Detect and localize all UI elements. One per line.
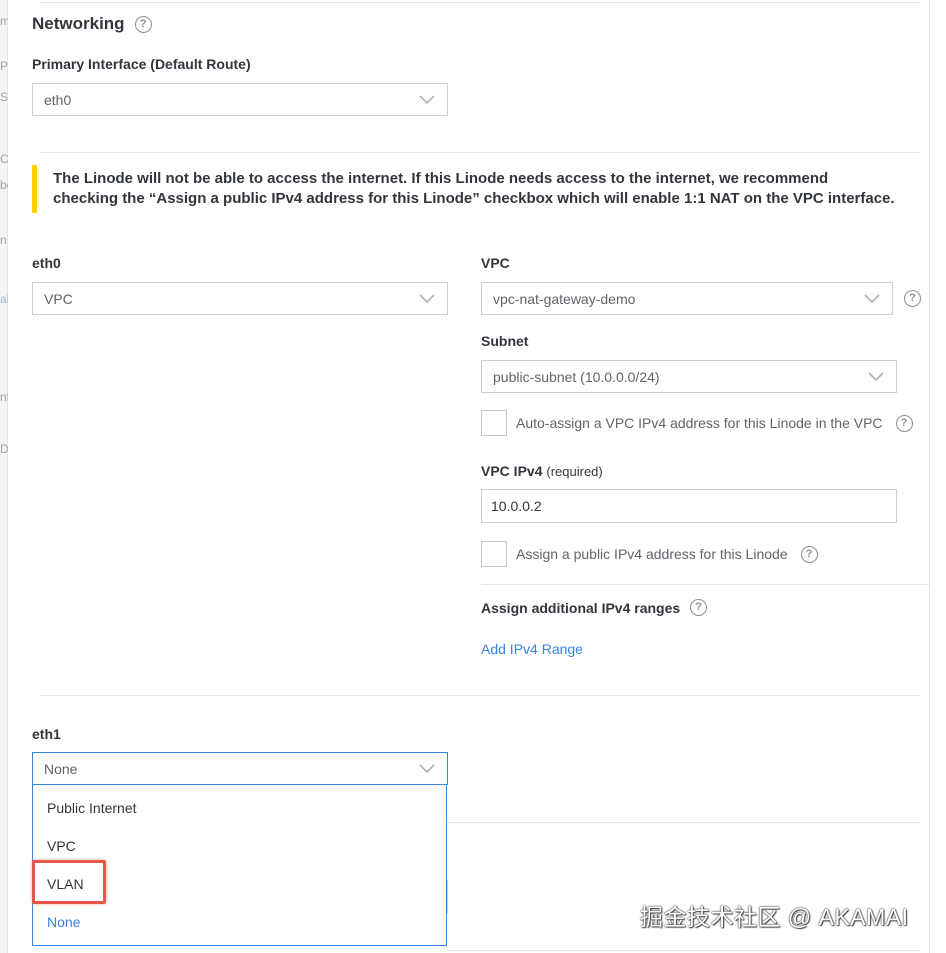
notice-text: The Linode will not be able to access th…: [53, 170, 895, 207]
eth1-purpose-select[interactable]: None: [32, 752, 448, 785]
divider: [447, 822, 920, 823]
chevron-down-icon: [864, 294, 880, 304]
chevron-down-icon: [868, 372, 884, 382]
auto-assign-checkbox[interactable]: [481, 410, 507, 436]
left-sidebar-strip: m P SE C be n al nf D: [0, 0, 8, 953]
public-ipv4-row: Assign a public IPv4 address for this Li…: [481, 541, 818, 567]
sidebar-fragment: al: [0, 292, 8, 306]
primary-interface-label: Primary Interface (Default Route): [32, 56, 251, 72]
divider: [481, 584, 929, 585]
sidebar-fragment: C: [0, 152, 8, 166]
add-ipv4-range-link[interactable]: Add IPv4 Range: [481, 641, 583, 657]
public-ipv4-checkbox[interactable]: [481, 541, 507, 567]
vpc-ipv4-value: 10.0.0.2: [491, 498, 542, 514]
eth1-label: eth1: [32, 726, 61, 742]
sidebar-fragment: m: [0, 14, 8, 28]
primary-interface-select[interactable]: eth0: [32, 83, 448, 116]
menu-option-public-internet[interactable]: Public Internet: [47, 800, 137, 816]
nat-warning-notice: The Linode will not be able to access th…: [32, 165, 897, 213]
eth1-purpose-value: None: [44, 760, 78, 777]
chevron-down-icon: [419, 294, 435, 304]
ipv4-ranges-help-icon[interactable]: ?: [690, 599, 708, 616]
sidebar-fragment: nf: [0, 390, 8, 404]
sidebar-fragment: SE: [0, 90, 8, 104]
ipv4-ranges-label: Assign additional IPv4 ranges: [481, 599, 681, 616]
auto-assign-help-icon[interactable]: ?: [895, 414, 913, 432]
chevron-down-icon: [419, 764, 435, 774]
vpc-ipv4-input[interactable]: 10.0.0.2: [481, 489, 897, 523]
public-ipv4-label: Assign a public IPv4 address for this Li…: [516, 546, 788, 562]
eth0-purpose-value: VPC: [44, 290, 73, 307]
sidebar-fragment: D: [0, 442, 8, 456]
required-indicator: (required): [546, 464, 603, 479]
eth0-purpose-select[interactable]: VPC: [32, 282, 448, 315]
vpc-label: VPC: [481, 255, 510, 271]
subnet-label: Subnet: [481, 333, 529, 349]
watermark: 掘金技术社区 @ AKAMAI: [640, 904, 909, 930]
vpc-select[interactable]: vpc-nat-gateway-demo: [481, 282, 893, 315]
sidebar-fragment: be: [0, 178, 8, 192]
sidebar-fragment: P: [0, 59, 8, 73]
menu-option-none[interactable]: None: [47, 914, 80, 930]
vpc-ipv4-label-text: VPC IPv4: [481, 463, 543, 479]
panel-right-border: [929, 0, 930, 953]
vpc-ipv4-label: VPC IPv4 (required): [481, 463, 603, 479]
ipv4-ranges-heading: Assign additional IPv4 ranges ?: [481, 599, 708, 616]
top-divider: [40, 2, 920, 3]
menu-option-vpc[interactable]: VPC: [47, 838, 76, 854]
page-title: Networking: [32, 14, 125, 33]
subnet-value: public-subnet (10.0.0.0/24): [493, 368, 660, 385]
divider: [40, 695, 920, 696]
divider: [447, 950, 920, 951]
obscured-field-edge: [447, 880, 448, 913]
subnet-select[interactable]: public-subnet (10.0.0.0/24): [481, 360, 897, 393]
eth0-label: eth0: [32, 255, 61, 271]
public-ipv4-help-icon[interactable]: ?: [800, 545, 818, 563]
vlan-highlight-box: [32, 860, 106, 904]
help-icon[interactable]: ?: [134, 15, 152, 33]
vpc-help-icon[interactable]: ?: [904, 290, 921, 307]
networking-heading: Networking ?: [32, 14, 152, 34]
auto-assign-row: Auto-assign a VPC IPv4 address for this …: [481, 410, 913, 436]
divider: [40, 152, 920, 153]
vpc-value: vpc-nat-gateway-demo: [493, 290, 636, 307]
sidebar-fragment: n: [0, 233, 7, 247]
primary-interface-value: eth0: [44, 91, 72, 108]
auto-assign-label: Auto-assign a VPC IPv4 address for this …: [516, 415, 883, 431]
chevron-down-icon: [419, 95, 435, 105]
